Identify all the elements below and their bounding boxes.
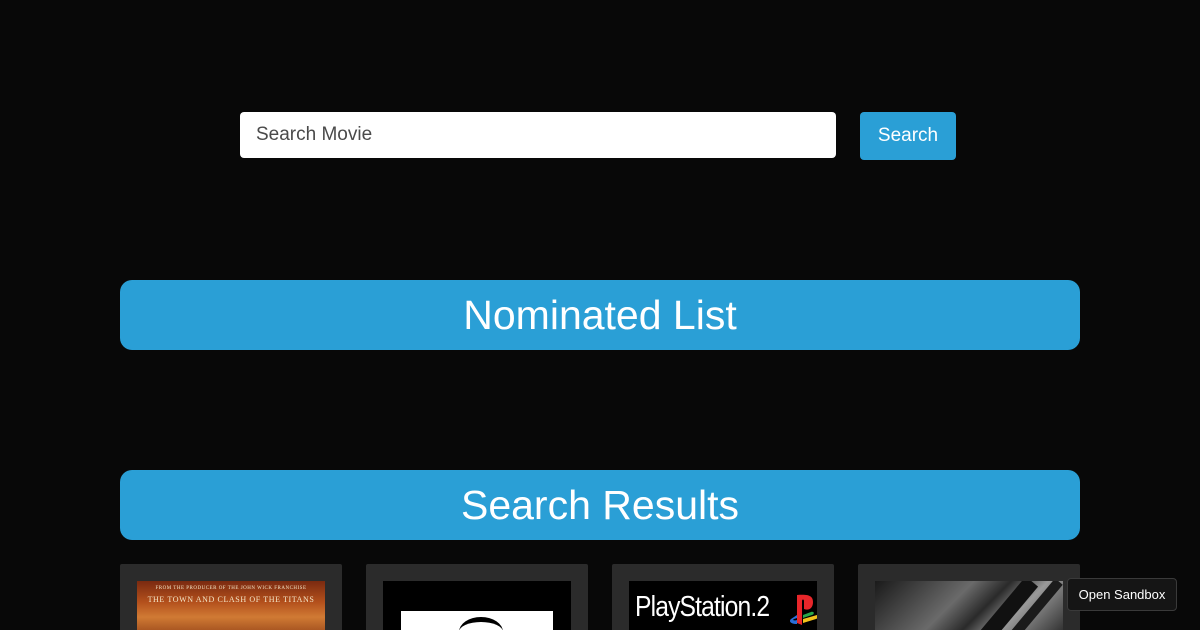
result-card[interactable]: PlayStation.2 xyxy=(612,564,834,630)
playstation-logo-icon xyxy=(789,594,817,625)
poster-tagline: FROM THE PRODUCER OF THE JOHN WICK FRANC… xyxy=(155,586,307,591)
search-results-header: Search Results xyxy=(120,470,1080,540)
result-card[interactable]: FROM THE PRODUCER OF THE JOHN WICK FRANC… xyxy=(120,564,342,630)
search-input[interactable] xyxy=(240,112,836,158)
movie-poster[interactable]: FROM THE PRODUCER OF THE JOHN WICK FRANC… xyxy=(137,581,325,630)
result-card[interactable] xyxy=(858,564,1080,630)
page: Search Nominated List Search Results FRO… xyxy=(0,0,1200,630)
open-sandbox-button[interactable]: Open Sandbox xyxy=(1067,578,1177,611)
poster-logo-text: PlayStation.2 xyxy=(635,591,770,623)
movie-poster[interactable]: PlayStation.2 xyxy=(629,581,817,630)
movie-poster[interactable] xyxy=(383,581,571,630)
poster-tagline: THE TOWN AND CLASH OF THE TITANS xyxy=(147,595,315,604)
result-card[interactable] xyxy=(366,564,588,630)
search-button[interactable]: Search xyxy=(860,112,956,160)
movie-poster[interactable] xyxy=(875,581,1063,630)
nominated-list-header: Nominated List xyxy=(120,280,1080,350)
